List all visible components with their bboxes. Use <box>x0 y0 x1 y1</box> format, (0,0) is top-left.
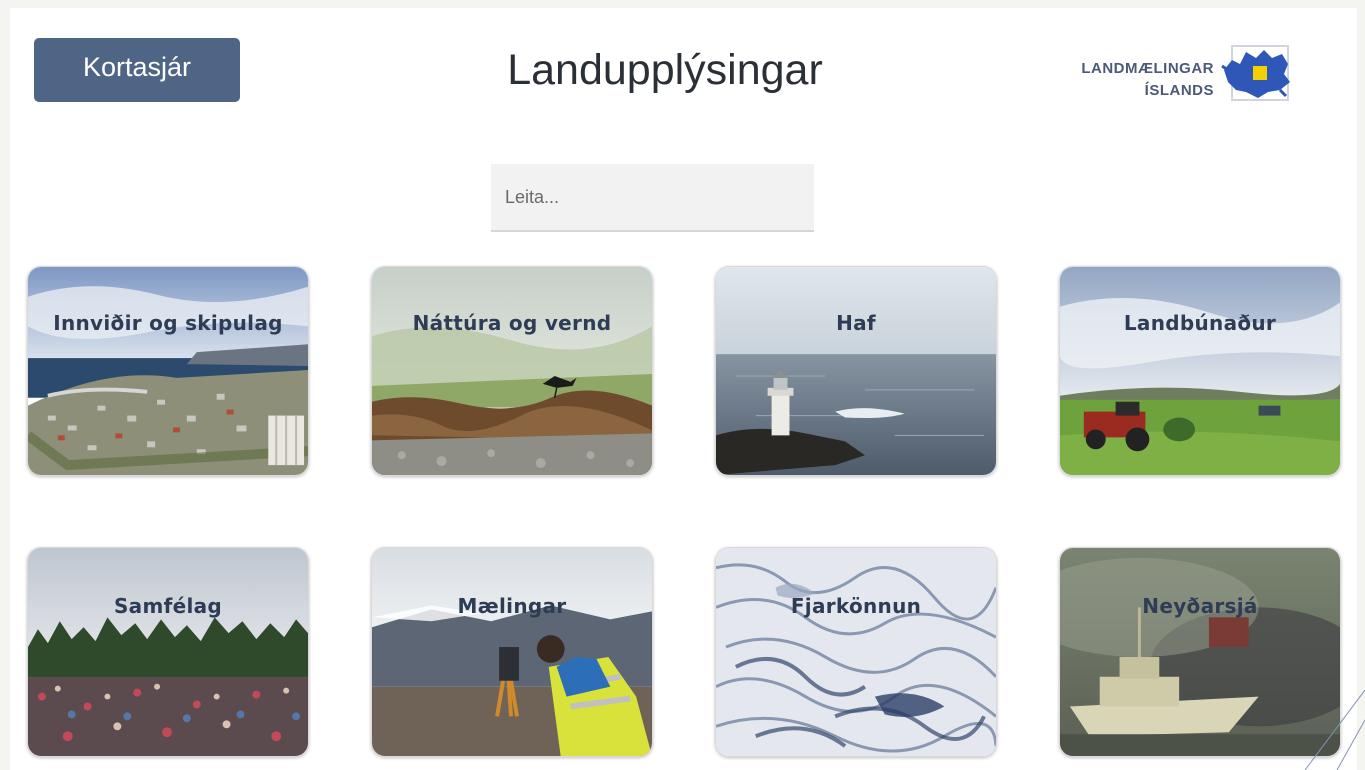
category-label: Neyðarsjá <box>1142 594 1258 618</box>
tractor-field-photo <box>1060 267 1340 475</box>
town-coast-photo <box>28 267 308 475</box>
lighthouse-sea-photo <box>716 267 996 475</box>
category-tile-society[interactable]: Samfélag <box>27 547 309 757</box>
category-label: Fjarkönnun <box>790 594 922 618</box>
crowd-photo <box>28 548 308 756</box>
map-viewer-button[interactable]: Kortasjár <box>34 38 240 102</box>
category-tile-infrastructure[interactable]: Innviðir og skipulag <box>27 266 309 476</box>
category-tile-agriculture[interactable]: Landbúnaður <box>1059 266 1341 476</box>
page-title: Landupplýsingar <box>507 46 823 94</box>
category-tile-nature[interactable]: Náttúra og vernd <box>371 266 653 476</box>
logo[interactable]: LANDMÆLINGAR ÍSLANDS <box>1046 38 1296 108</box>
category-label: Samfélag <box>113 594 223 618</box>
logo-line-2: ÍSLANDS <box>1144 82 1214 99</box>
logo-line-1: LANDMÆLINGAR <box>1081 60 1214 77</box>
iceland-map-icon <box>1221 45 1290 101</box>
category-label: Innviðir og skipulag <box>53 311 283 335</box>
cliff-bird-photo <box>372 267 652 475</box>
category-tile-remote-sensing[interactable]: Fjarkönnun <box>715 547 997 757</box>
ice-satellite-image <box>716 548 996 756</box>
search-input[interactable] <box>491 164 814 232</box>
category-tile-surveying[interactable]: Mælingar <box>371 547 653 757</box>
category-label: Mælingar <box>457 594 567 618</box>
category-label: Haf <box>836 311 876 335</box>
surveyor-photo <box>372 548 652 756</box>
category-tile-sea[interactable]: Haf <box>715 266 997 476</box>
page: Kortasjár Landupplýsingar LANDMÆLINGAR Í… <box>10 8 1357 770</box>
logo-text: LANDMÆLINGAR ÍSLANDS <box>1046 58 1214 102</box>
category-label: Náttúra og vernd <box>412 311 612 335</box>
category-label: Landbúnaður <box>1123 311 1277 335</box>
decorative-corner-lines <box>1304 689 1365 770</box>
